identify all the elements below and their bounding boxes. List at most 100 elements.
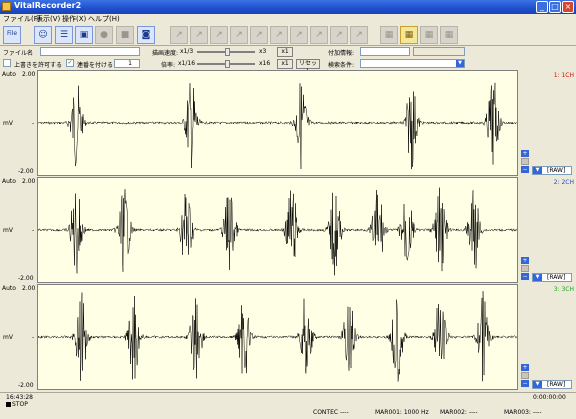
stop-icon[interactable]: ■ xyxy=(116,26,134,44)
stop-icon xyxy=(6,402,11,407)
extra-info-select[interactable] xyxy=(360,47,410,56)
mode-select[interactable]: ▼ [RAW] xyxy=(532,166,572,175)
draw-speed-label: 描画速度: xyxy=(152,50,179,57)
event-icon[interactable]: ↗ xyxy=(290,26,308,44)
serial-value: 1 xyxy=(128,60,132,67)
zoom-out-button[interactable]: − xyxy=(521,273,529,280)
y-max-label: 2.00 xyxy=(22,178,36,185)
auto-scale-label[interactable]: Auto xyxy=(2,285,16,292)
grid-icon[interactable]: ▦ xyxy=(440,26,458,44)
camera-icon[interactable]: ◙ xyxy=(137,26,155,44)
event-icon[interactable]: ↗ xyxy=(190,26,208,44)
mode-value: [RAW] xyxy=(547,274,566,281)
record-icon[interactable]: ● xyxy=(95,26,113,44)
serial-checkbox[interactable]: ✓ xyxy=(66,59,74,67)
close-button[interactable]: × xyxy=(562,1,574,13)
monitor-icon[interactable]: ▣ xyxy=(75,26,93,44)
maximize-button[interactable]: □ xyxy=(549,1,561,13)
title-bar: VitalRecorder2 _ □ × xyxy=(0,0,576,14)
zoom-out-button[interactable]: − xyxy=(521,380,529,387)
scale-max: x16 xyxy=(259,60,271,67)
serial-spinner[interactable]: 1 xyxy=(114,59,140,68)
scale-slider[interactable] xyxy=(225,60,230,68)
channel-2-plot[interactable] xyxy=(37,177,518,283)
mode-select[interactable]: ▼ [RAW] xyxy=(532,380,572,389)
zoom-in-button[interactable]: + xyxy=(521,150,529,157)
waveform-trace xyxy=(38,291,517,382)
mode-select[interactable]: ▼ [RAW] xyxy=(532,273,572,282)
state-label: STOP xyxy=(12,401,28,408)
clock-label: 16:43:28 xyxy=(6,394,33,401)
list-icon[interactable]: ☰ xyxy=(55,26,73,44)
menu-help[interactable]: ヘルプ(H) xyxy=(88,14,120,24)
zoom-in-button[interactable]: + xyxy=(521,364,529,371)
grid-icon[interactable]: ▦ xyxy=(400,26,418,44)
file-name-input[interactable] xyxy=(40,47,140,56)
channel-3-plot[interactable] xyxy=(37,284,518,390)
channel-1-waveform xyxy=(38,82,517,170)
zero-tick: - xyxy=(32,120,35,127)
file-icon[interactable]: File xyxy=(3,26,21,44)
event-icon[interactable]: ↗ xyxy=(250,26,268,44)
grid-icon[interactable]: ▦ xyxy=(380,26,398,44)
channel-1-axis: Auto 2.00 mV - -2.00 xyxy=(0,70,37,176)
status-bar: 16:43:28 STOP 0:00:00:00 CONTEC ---- MAR… xyxy=(0,392,576,419)
channel-1-label: 1: 1CH xyxy=(553,72,574,79)
minimize-button[interactable]: _ xyxy=(536,1,548,13)
app-icon xyxy=(2,2,11,11)
event-icon[interactable]: ↗ xyxy=(310,26,328,44)
detect-select[interactable]: ▼ xyxy=(360,59,465,68)
user-icon[interactable]: ☺ xyxy=(34,26,52,44)
chevron-down-icon: ▼ xyxy=(533,381,542,388)
event-icon[interactable]: ↗ xyxy=(170,26,188,44)
control-panel: ファイル名 上書きを許可する ✓ 連番を付ける 1 描画速度: x1/3 x3 … xyxy=(0,46,576,75)
zoom-out-button[interactable]: − xyxy=(521,166,529,173)
draw-speed-slider[interactable] xyxy=(225,48,230,56)
overwrite-checkbox[interactable] xyxy=(3,59,11,67)
file-name-label: ファイル名 xyxy=(3,50,34,57)
event-icon[interactable]: ↗ xyxy=(270,26,288,44)
draw-speed-max: x3 xyxy=(259,48,267,55)
unit-label: mV xyxy=(3,227,13,234)
mode-value: [RAW] xyxy=(547,167,566,174)
y-min-label: -2.00 xyxy=(18,275,34,282)
menu-operate[interactable]: 操作(X) xyxy=(62,14,86,24)
event-icon[interactable]: ↗ xyxy=(210,26,228,44)
file-button-label: File xyxy=(6,30,18,37)
menu-view[interactable]: 表示(V) xyxy=(36,14,60,24)
overwrite-label: 上書きを許可する xyxy=(14,62,63,69)
scale-bar xyxy=(521,158,529,165)
scale-bar xyxy=(521,372,529,379)
chevron-down-icon: ▼ xyxy=(533,274,542,281)
serial-label: 連番を付ける xyxy=(77,62,114,69)
waveform-area: Auto 2.00 mV - -2.00 1: 1CH + − ▼ [RAW] A… xyxy=(0,70,576,392)
event-icon[interactable]: ↗ xyxy=(350,26,368,44)
waveform-trace xyxy=(38,187,517,276)
event-icon[interactable]: ↗ xyxy=(230,26,248,44)
reset-button[interactable]: リセット xyxy=(296,59,320,75)
mode-value: [RAW] xyxy=(547,381,566,388)
chevron-down-icon[interactable]: ▼ xyxy=(456,60,464,67)
y-max-label: 2.00 xyxy=(22,285,36,292)
event-icon[interactable]: ↗ xyxy=(330,26,348,44)
mar002-status: MAR002: ---- xyxy=(440,409,478,416)
channel-2-label: 2: 2CH xyxy=(553,179,574,186)
channel-3-waveform xyxy=(38,291,517,382)
mar003-status: MAR003: ---- xyxy=(504,409,542,416)
mar001-status: MAR001: 1000 Hz xyxy=(375,409,429,416)
menu-file[interactable]: ファイル(F) xyxy=(3,14,41,24)
channel-3-axis: Auto 2.00 mV - -2.00 xyxy=(0,284,37,390)
channel-1-panel: 1: 1CH + − ▼ [RAW] xyxy=(518,70,576,176)
channel-1-plot[interactable] xyxy=(37,70,518,176)
auto-scale-label[interactable]: Auto xyxy=(2,178,16,185)
scale-label: 倍率: xyxy=(161,62,176,69)
zoom-in-button[interactable]: + xyxy=(521,257,529,264)
grid-icon[interactable]: ▦ xyxy=(420,26,438,44)
toolbar: File ☺ ☰ ▣ ● ■ ◙ ↗ ↗ ↗ ↗ ↗ ↗ ↗ ↗ ↗ ↗ ▦ ▦… xyxy=(0,24,576,46)
scale-min: x1/16 xyxy=(178,60,196,67)
extra-info-value xyxy=(413,47,465,56)
draw-speed-value: x1 xyxy=(277,47,293,57)
auto-scale-label[interactable]: Auto xyxy=(2,71,16,78)
chevron-down-icon: ▼ xyxy=(533,167,542,174)
unit-label: mV xyxy=(3,120,13,127)
